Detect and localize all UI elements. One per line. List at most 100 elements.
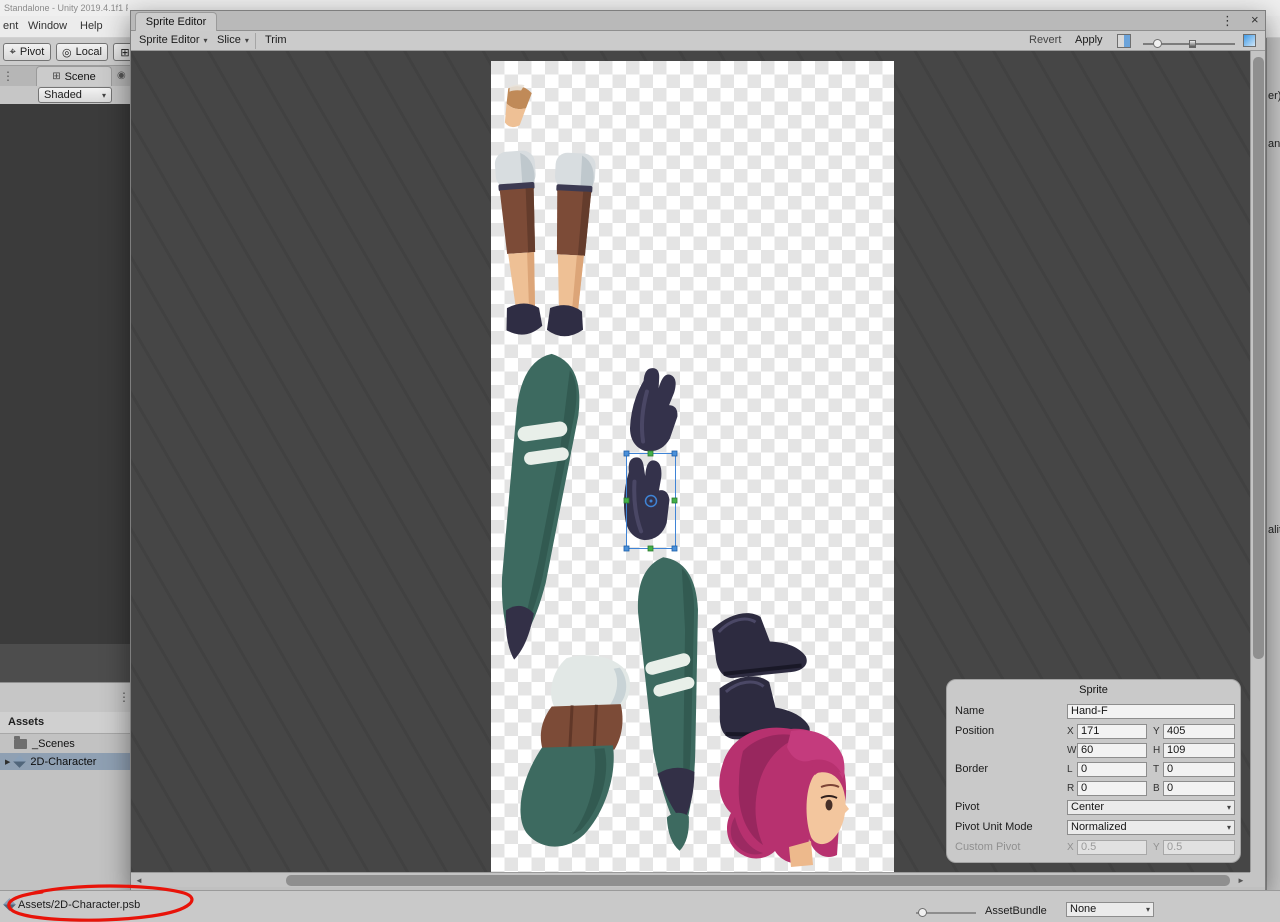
sprite-lower-legs[interactable] [494,149,597,338]
border-l-field[interactable]: 0 [1077,762,1147,777]
scene-tab-label: Scene [64,70,96,83]
custom-pivot-label: Custom Pivot [955,841,1021,853]
name-field[interactable]: Hand-F [1067,704,1235,719]
name-label: Name [955,705,985,717]
sprite-torso[interactable] [515,648,634,854]
sprite-sheet[interactable] [491,61,894,872]
trim-button[interactable]: Trim [265,34,287,46]
selection-handle-mid [647,545,654,552]
apply-label: Apply [1075,34,1103,46]
menu-item-component[interactable]: ent [3,20,18,32]
scene-toolbar: Shaded ▾ [0,86,130,104]
selection-handle-mid [647,450,654,457]
selection-handle-corner [671,545,678,552]
sprite-sheet-artwork[interactable] [491,61,894,872]
scene-viewport-lower [0,644,130,682]
folder-scenes-label: _Scenes [32,738,75,750]
scene-tabstrip: ⋮ ⊞ Scene ◉ [0,66,130,86]
l-prefix: L [1067,764,1073,775]
revert-button[interactable]: Revert [1029,34,1061,46]
asset-2d-character-label: 2D-Character [30,755,97,768]
slice-dropdown[interactable]: Slice ▾ [217,34,249,46]
menu-item-help[interactable]: Help [80,20,103,32]
pivot-toggle-button[interactable]: ⌖ Pivot [3,43,51,61]
scene-viewport[interactable] [0,104,130,644]
sprite-editor-toolbar: Sprite Editor ▾ Slice ▾ Trim Revert Appl… [131,31,1265,51]
sprite-head[interactable] [719,727,849,867]
sprite-editor-window: Sprite Editor ⋮ × Sprite Editor ▾ Slice … [130,10,1266,890]
rgb-alpha-icon[interactable] [1243,34,1256,47]
grid-icon: ⊞ [120,46,130,59]
inspector-fragment-2: and [1268,138,1280,150]
status-selected-asset-path: Assets/2D-Character.psb [18,899,141,911]
border-label: Border [955,763,989,775]
pivot-dropdown[interactable]: Center ▾ [1067,800,1235,815]
sprite-glove-upper[interactable] [624,363,687,458]
shading-mode-label: Shaded [44,89,82,101]
apply-button[interactable]: Apply [1075,34,1103,46]
local-toggle-button[interactable]: ◎ Local [56,43,108,61]
height-field[interactable]: 109 [1163,743,1235,758]
globe-icon: ◎ [62,46,72,59]
selection-handle-mid [623,497,630,504]
project-row-2d-character[interactable]: ▶ 2D-Character [0,753,130,770]
sprite-editor-titlebar[interactable]: Sprite Editor ⋮ × [131,11,1265,31]
eye-icon[interactable]: ◉ [117,70,126,81]
h-prefix: H [1153,745,1161,756]
project-zoom-slider-knob[interactable] [918,908,927,917]
toolbar-divider [255,33,256,49]
custom-pivot-y-field: 0.5 [1163,840,1235,855]
project-more-icon[interactable]: ⋮ [118,690,130,704]
sprite-boots[interactable] [705,600,813,749]
position-x-field[interactable]: 171 [1077,724,1147,739]
horizontal-scrollbar-thumb[interactable] [286,875,1230,886]
sprite-arm-stub[interactable] [499,82,533,130]
sprite-editor-canvas[interactable]: Sprite Name Hand-F Position X 171 Y 405 … [131,51,1265,872]
window-more-icon[interactable]: ⋮ [1221,13,1234,29]
pivot-unit-mode-dropdown[interactable]: Normalized ▾ [1067,820,1235,835]
pivot-label: Pivot [19,46,45,58]
mip-slider-knob[interactable] [1153,39,1162,48]
chevron-down-icon: ▾ [1145,905,1150,914]
position-y-field[interactable]: 405 [1163,724,1235,739]
scene-grid-icon: ⊞ [52,71,61,82]
mip-slider-handle[interactable] [1189,40,1196,48]
sprite-editor-mode-dropdown[interactable]: Sprite Editor ▾ [139,34,208,46]
scroll-left-icon[interactable]: ◄ [135,876,143,885]
more-icon[interactable]: ⋮ [2,69,14,83]
border-b-field[interactable]: 0 [1163,781,1235,796]
custom-x-prefix: X [1067,842,1074,853]
unity-editor-root: Standalone - Unity 2019.4.1f1 Personal D… [0,0,1280,922]
border-t-field[interactable]: 0 [1163,762,1235,777]
position-label: Position [955,725,995,737]
tab-sprite-editor[interactable]: Sprite Editor [135,12,217,31]
sprite-thigh-left[interactable] [491,350,585,663]
vertical-scrollbar-thumb[interactable] [1253,57,1264,659]
slice-label: Slice [217,34,241,46]
menu-item-window[interactable]: Window [28,20,67,32]
vertical-scrollbar[interactable] [1250,51,1265,872]
border-r-field[interactable]: 0 [1077,781,1147,796]
psb-asset-icon [13,755,27,768]
texture-view-icon[interactable] [1117,34,1131,48]
width-field[interactable]: 60 [1077,743,1147,758]
shading-mode-dropdown[interactable]: Shaded ▾ [38,87,112,103]
assetbundle-value: None [1070,903,1097,915]
sprite-editor-tab-label: Sprite Editor [145,16,207,28]
project-header: Assets [0,712,130,734]
horizontal-scrollbar[interactable]: ◄ ► [131,872,1250,887]
assetbundle-label: AssetBundle [985,905,1047,917]
assetbundle-dropdown[interactable]: None ▾ [1066,902,1154,917]
selection-handle-corner [671,450,678,457]
scrollbar-corner [1250,872,1265,887]
project-row-scenes[interactable]: _Scenes [0,736,130,752]
chevron-down-icon: ▾ [203,35,208,45]
sprite-thigh-right[interactable] [635,556,710,853]
scroll-right-icon[interactable]: ► [1237,876,1245,885]
window-close-icon[interactable]: × [1251,12,1259,27]
tab-scene[interactable]: ⊞ Scene [36,66,112,86]
b-prefix: B [1153,783,1160,794]
t-prefix: T [1153,764,1160,775]
expand-arrow-icon[interactable]: ▶ [5,758,10,766]
unity-asset-icon [3,898,16,911]
